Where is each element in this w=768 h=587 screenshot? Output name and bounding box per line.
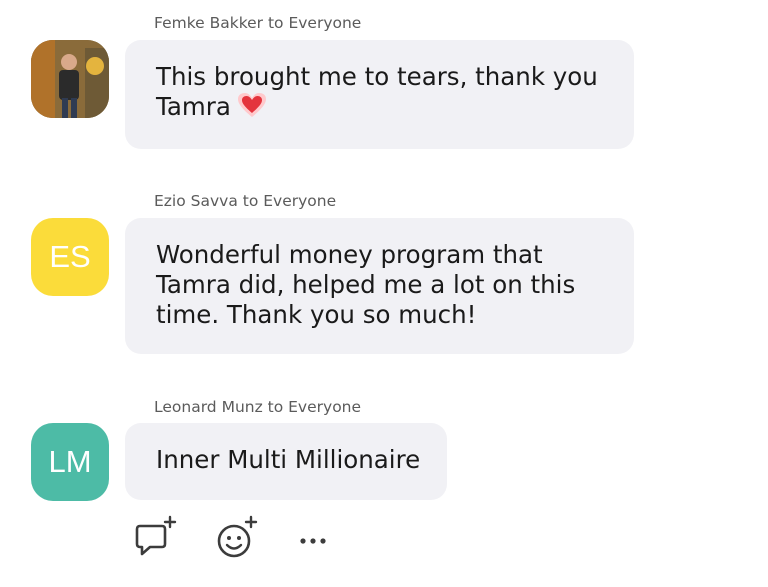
avatar-initials: ES [49, 239, 91, 274]
message-text-line: Tamra [156, 92, 604, 125]
message-text-line: Wonderful money program that [156, 240, 543, 269]
heart-icon [237, 92, 267, 125]
avatar[interactable]: LM [31, 423, 109, 501]
avatar-initials: LM [48, 444, 92, 479]
message-bubble: Inner Multi Millionaire [125, 423, 447, 500]
message-text-line: time. Thank you so much! [156, 300, 477, 329]
more-options-button[interactable] [292, 514, 338, 560]
add-comment-button[interactable] [132, 514, 178, 560]
message-text-line: This brought me to tears, thank you [156, 62, 598, 91]
message-text-line: Inner Multi Millionaire [156, 445, 421, 474]
message-sender: Ezio Savva to Everyone [154, 192, 337, 210]
avatar[interactable]: ES [31, 218, 109, 296]
message-sender: Femke Bakker to Everyone [154, 14, 362, 32]
message-text: Tamra [156, 92, 231, 121]
message-text-line: Tamra did, helped me a lot on this [156, 270, 576, 299]
more-icon [300, 538, 326, 544]
message-sender: Leonard Munz to Everyone [154, 398, 362, 416]
message-bubble: Wonderful money program that Tamra did, … [125, 218, 634, 354]
message-bubble: This brought me to tears, thank you Tamr… [125, 40, 634, 149]
avatar[interactable] [31, 40, 109, 118]
message-actions [0, 514, 768, 564]
add-reaction-button[interactable] [214, 514, 260, 560]
add-reaction-icon [217, 515, 258, 558]
add-comment-icon [135, 515, 177, 556]
user-photo [31, 40, 109, 118]
